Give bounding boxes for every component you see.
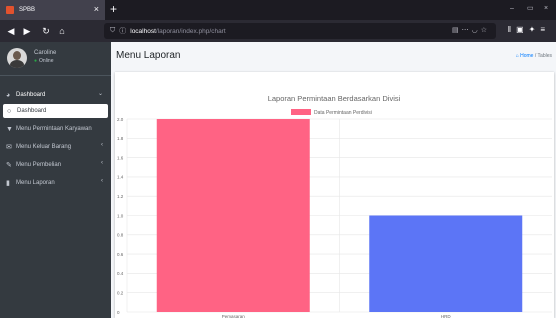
y-tick-label: 2.0 [117,117,124,122]
toolbar-icons: ‖▣✦≡ [508,25,550,34]
y-tick-label: 0.4 [117,271,124,276]
home-icon[interactable]: ⌂ [56,25,68,37]
bar-hrd[interactable] [369,215,523,313]
shield-icon[interactable]: ⛉ [110,27,115,35]
bar-pemasaran[interactable] [156,119,310,312]
browser-nav-bar: ◀ ▶ ↻ ⌂ ⛉ ⓘ localhost /laporan/index.php… [0,20,556,42]
breadcrumb-current: Tables [537,53,552,59]
filter-icon: ▼ [6,125,13,133]
sidebar: Caroline ● Online ◕ Dashboard ⌄ ○ Dashboa… [0,42,111,318]
user-panel[interactable]: Caroline ● Online [0,42,111,76]
y-tick-label: 1.2 [117,194,124,199]
sidebar-subitem-dashboard[interactable]: ○ Dashboard [3,104,108,118]
sidebar-item-laporan[interactable]: ▮ Menu Laporan ‹ [0,174,111,192]
envelope-icon: ✉ [6,144,12,151]
sidebar-item-permintaan[interactable]: ▼ Menu Permintaan Karyawan [0,120,111,138]
tab-title: SPBB [19,7,36,13]
main-content: Menu Laporan ⌂ Home / Tables Laporan Per… [111,42,556,318]
y-tick-label: 0.8 [117,233,124,238]
pencil-icon: ✎ [6,162,12,169]
star-icon[interactable]: ☆ [481,27,490,34]
page-title: Menu Laporan [116,50,181,61]
avatar [7,48,27,68]
y-tick-label: 1.4 [117,175,124,180]
palette-icon: ◕ [6,91,11,99]
y-tick-label: 1.6 [117,155,124,160]
new-tab-button[interactable]: + [110,2,117,16]
user-name[interactable]: Caroline [34,50,56,56]
sidebar-icon[interactable]: ▣ [516,25,529,34]
forward-icon[interactable]: ▶ [21,25,33,37]
menu-icon[interactable]: ≡ [540,25,550,34]
sidebar-item-pembelian[interactable]: ✎ Menu Pembelian ‹ [0,156,111,174]
y-tick-label: 0 [117,310,120,315]
breadcrumb-home-label: Home [520,53,534,59]
reload-icon[interactable]: ↻ [40,25,52,37]
chart: Laporan Permintaan Berdasarkan Divisi Da… [117,94,552,318]
chart-title: Laporan Permintaan Berdasarkan Divisi [268,94,401,103]
close-tab-icon[interactable]: × [94,4,99,15]
close-window-button[interactable]: × [544,4,548,14]
sidebar-item-label: Dashboard [16,92,46,98]
y-tick-label: 1.8 [117,136,124,141]
sidebar-item-label: Menu Permintaan Karyawan [16,126,92,132]
url-host: localhost [130,27,156,35]
y-tick-label: 0.2 [117,291,124,296]
online-dot-icon: ● [34,58,38,64]
minimize-window-button[interactable]: – [510,4,514,14]
app-favicon-icon [6,6,14,14]
x-tick-label: HRD [441,314,451,318]
pocket-icon[interactable]: ◡ [472,27,481,34]
chevron-down-icon: ⌄ [97,91,103,97]
legend-swatch[interactable] [291,109,311,115]
reader-icon[interactable]: ▤ [452,27,462,34]
sidebar-item-keluar-barang[interactable]: ✉ Menu Keluar Barang ‹ [0,138,111,156]
breadcrumb: ⌂ Home / Tables [516,53,552,59]
user-status-label: Online [39,58,54,64]
chevron-left-icon: ‹ [101,142,103,148]
address-bar[interactable]: ⛉ ⓘ localhost /laporan/index.php/chart ▤… [104,23,496,39]
legend-label[interactable]: Data Permintaan Perdivisi [314,110,372,116]
sidebar-item-label: Menu Keluar Barang [16,144,72,150]
library-icon[interactable]: ‖ [508,25,516,34]
maximize-window-button[interactable]: ▭ [527,4,534,14]
file-icon: ▮ [6,180,10,187]
sidebar-item-label: Dashboard [17,108,47,114]
x-tick-label: Pemasaran [222,314,246,318]
back-icon[interactable]: ◀ [5,25,17,37]
y-tick-label: 1.0 [117,213,124,218]
more-icon[interactable]: ⋯ [462,27,472,34]
chart-card: Laporan Permintaan Berdasarkan Divisi Da… [115,72,554,318]
chevron-left-icon: ‹ [101,178,103,184]
sidebar-item-label: Menu Pembelian [16,162,62,168]
url-path: /laporan/index.php/chart [155,27,226,35]
y-tick-label: 0.6 [117,252,124,257]
sidebar-menu: ◕ Dashboard ⌄ ○ Dashboard ▼ Menu Permint… [0,86,111,192]
url-actions: ▤⋯◡☆ [452,26,490,34]
user-status: ● Online [34,58,53,64]
circle-icon: ○ [7,107,12,115]
browser-tab-strip: SPBB × + – ▭ × [0,0,556,20]
browser-tab[interactable]: SPBB × [0,0,105,20]
sidebar-item-dashboard[interactable]: ◕ Dashboard ⌄ [0,86,111,104]
sidebar-item-label: Menu Laporan [16,180,55,186]
breadcrumb-home[interactable]: ⌂ Home [516,53,534,59]
site-info-icon[interactable]: ⓘ [119,26,126,36]
chevron-left-icon: ‹ [101,160,103,166]
extension-icon[interactable]: ✦ [529,25,541,34]
